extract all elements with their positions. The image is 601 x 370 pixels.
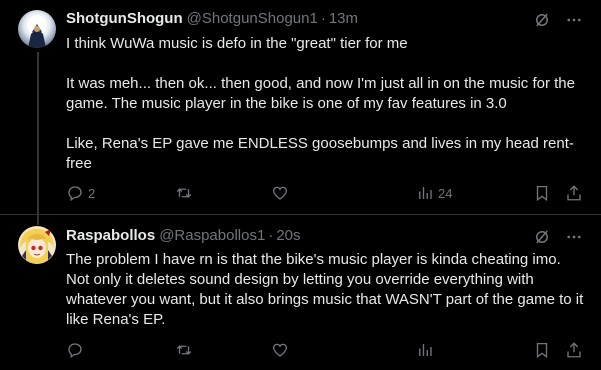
tweet-paragraph: Like, Rena's EP gave me ENDLESS goosebum… [66,135,574,172]
reply-button[interactable] [66,341,88,359]
avatar[interactable] [18,226,56,264]
tweet-actions: 2 24 [66,184,586,204]
tweet-text: I think WuWa music is defo in the "great… [66,34,586,174]
repost-button[interactable] [175,341,197,359]
tweet-paragraph: I think WuWa music is defo in the "great… [66,35,408,52]
repost-button[interactable] [175,184,197,202]
timestamp[interactable]: 13m [329,10,358,27]
tweet-text: The problem I have rn is that the bike's… [66,250,586,330]
like-button[interactable] [271,341,293,359]
paragraph-spacer [66,54,586,74]
display-name[interactable]: Raspabollos [66,227,155,244]
tweet-top-actions [533,11,583,29]
more-icon[interactable] [565,228,583,246]
share-button[interactable] [565,184,583,202]
tweet-actions [66,341,586,361]
paragraph-spacer [66,114,586,134]
views-button[interactable] [416,341,438,359]
like-button[interactable] [271,184,293,202]
like-icon [271,184,289,202]
separator-dot: · [268,227,274,244]
user-handle[interactable]: @ShotgunShogun1 [187,10,318,27]
like-icon [271,341,289,359]
tweet-paragraph: The problem I have rn is that the bike's… [66,251,588,328]
bookmark-icon [533,184,551,202]
bookmark-button[interactable] [533,341,551,359]
tweet-header: Raspabollos @Raspabollos1 · 20s [66,227,301,247]
views-icon [416,184,434,202]
tweet-paragraph: It was meh... then ok... then good, and … [66,75,580,112]
tweet[interactable]: Raspabollos @Raspabollos1 · 20s The prob… [0,215,601,370]
reply-icon [66,184,84,202]
views-button[interactable]: 24 [416,184,452,202]
timestamp[interactable]: 20s [276,227,300,244]
avatar[interactable] [18,10,56,48]
separator-dot: · [320,10,326,27]
share-icon [565,184,583,202]
bookmark-icon [533,341,551,359]
reply-button[interactable]: 2 [66,184,95,202]
tweet-top-actions [533,228,583,246]
display-name[interactable]: ShotgunShogun [66,10,183,27]
repost-icon [175,184,193,202]
thread-connector-line [37,52,39,225]
user-handle[interactable]: @Raspabollos1 [159,227,265,244]
bookmark-button[interactable] [533,184,551,202]
repost-icon [175,341,193,359]
more-icon[interactable] [565,11,583,29]
tweet[interactable]: ShotgunShogun @ShotgunShogun1 · 13m I th… [0,0,601,225]
reply-count: 2 [88,185,96,201]
share-icon [565,341,583,359]
views-icon [416,341,434,359]
reply-icon [66,341,84,359]
tweet-header: ShotgunShogun @ShotgunShogun1 · 13m [66,10,358,30]
grok-slash-icon[interactable] [533,228,551,246]
share-button[interactable] [565,341,583,359]
views-count: 24 [438,185,453,201]
grok-slash-icon[interactable] [533,11,551,29]
